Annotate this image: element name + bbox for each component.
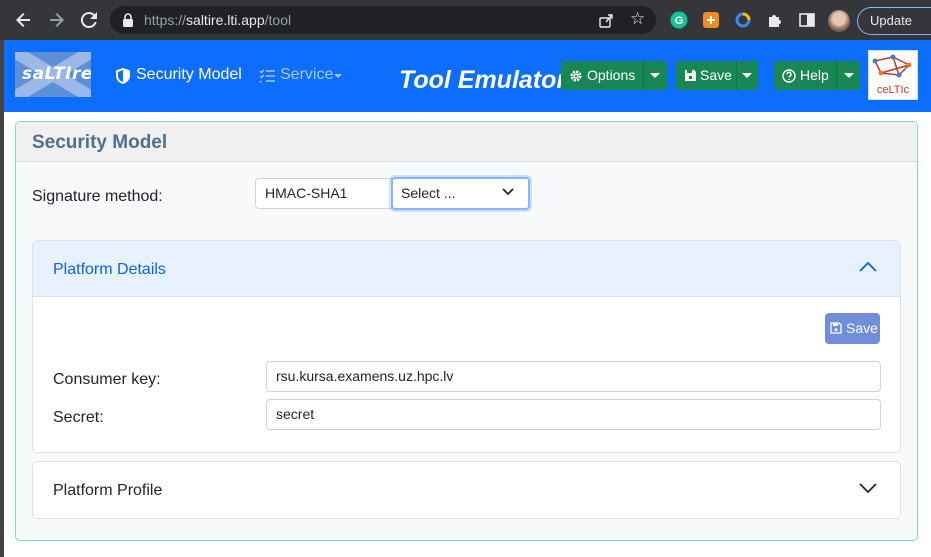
gear-icon <box>570 70 582 82</box>
platform-save-label: Save <box>846 320 878 336</box>
save-button[interactable]: Save <box>676 61 758 90</box>
security-model-card: Security Model Signature method: HMAC-SH… <box>15 121 918 541</box>
browser-toolbar: https://saltire.lti.app/tool ☆ G Update <box>0 0 931 40</box>
save-label: Save <box>700 67 732 83</box>
platform-profile-accordion[interactable]: Platform Profile <box>32 461 901 519</box>
forward-arrow-icon[interactable] <box>45 8 69 32</box>
help-button[interactable]: Help <box>774 61 860 90</box>
page-body: Security Model Signature method: HMAC-SH… <box>4 112 931 557</box>
page-brand-title: Tool Emulator <box>399 66 567 94</box>
reload-icon[interactable] <box>77 8 101 32</box>
svg-text:ceLTIc: ceLTIc <box>877 84 910 96</box>
help-label: Help <box>800 67 829 83</box>
options-label: Options <box>587 67 636 83</box>
card-title: Security Model <box>32 132 168 153</box>
svg-text:G: G <box>675 15 684 27</box>
update-button[interactable]: Update <box>857 7 931 35</box>
platform-profile-title: Platform Profile <box>53 482 163 499</box>
secret-label: Secret: <box>53 409 104 426</box>
floppy-disk-icon <box>685 70 696 81</box>
platform-details-header[interactable]: Platform Details <box>33 241 900 297</box>
share-icon[interactable] <box>598 12 614 28</box>
chevron-up-icon <box>859 261 877 272</box>
chevron-down-icon <box>502 188 514 196</box>
chevron-down-icon <box>859 483 877 494</box>
floppy-disk-icon <box>830 322 842 334</box>
side-panel-icon[interactable] <box>798 11 816 29</box>
grammarly-icon[interactable]: G <box>670 11 688 29</box>
service-caret-icon <box>334 74 342 78</box>
consumer-key-input[interactable]: rsu.kursa.examens.uz.hpc.lv <box>266 361 881 392</box>
extensions-puzzle-icon[interactable] <box>766 11 784 29</box>
platform-details-title: Platform Details <box>53 261 166 278</box>
extension-grid-icon[interactable] <box>702 11 720 29</box>
back-arrow-icon[interactable] <box>11 8 35 32</box>
card-header: Security Model <box>16 122 917 162</box>
secret-input[interactable]: secret <box>266 399 881 430</box>
platform-details-accordion: Platform Details Save Consumer key: rsu.… <box>32 240 901 453</box>
signature-method-label: Signature method: <box>32 188 163 205</box>
address-bar[interactable]: https://saltire.lti.app/tool ☆ <box>110 6 656 34</box>
options-caret-icon[interactable] <box>650 73 660 78</box>
celtic-logo[interactable]: ceLTIc <box>868 50 918 100</box>
options-button[interactable]: Options <box>561 61 667 90</box>
consumer-key-label: Consumer key: <box>53 371 161 388</box>
shield-icon <box>116 68 130 84</box>
signature-select-value: Select ... <box>401 185 456 201</box>
app-navbar: saLTIre Security Model Service Tool Emul… <box>4 40 931 112</box>
signature-method-field[interactable]: HMAC-SHA1 <box>255 178 392 209</box>
saltire-logo[interactable]: saLTIre <box>15 52 91 97</box>
save-caret-icon[interactable] <box>742 73 752 78</box>
signature-method-select[interactable]: Select ... <box>391 177 530 210</box>
platform-save-button[interactable]: Save <box>825 313 880 344</box>
profile-avatar[interactable] <box>828 10 850 32</box>
lock-icon[interactable] <box>120 12 136 28</box>
bookmark-star-icon[interactable]: ☆ <box>630 9 645 29</box>
logo-text: saLTIre <box>22 64 91 84</box>
extension-ring-icon[interactable] <box>734 11 752 29</box>
nav-service-dropdown[interactable]: Service <box>280 66 333 84</box>
url-text: https://saltire.lti.app/tool <box>144 12 292 28</box>
help-caret-icon[interactable] <box>844 73 854 78</box>
question-circle-icon <box>782 69 796 83</box>
nav-security-model[interactable]: Security Model <box>136 66 242 84</box>
list-check-icon <box>259 69 275 83</box>
